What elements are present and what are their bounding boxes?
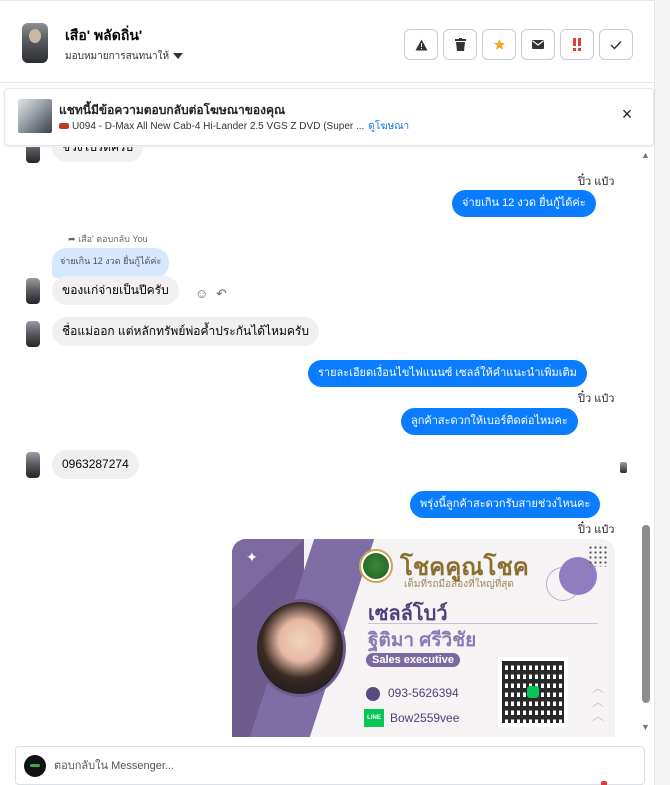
delete-button[interactable] [443,29,477,60]
line-app-icon: LINE [364,709,384,727]
card-phone: 093-5626394 [388,686,459,700]
contact-name[interactable]: เสือ' พลัดถิ่น' [65,25,142,47]
message-composer [15,746,645,785]
scroll-down-arrow-icon[interactable]: ▼ [641,722,650,732]
star-button[interactable] [482,29,516,60]
page-avatar [24,755,46,777]
assign-label: มอบหมายการสนทนาให้ [65,51,170,62]
car-icon [59,123,69,130]
trash-icon [454,38,466,51]
sparkle-icon: ✦ [246,549,258,565]
scroll-up-arrow-icon[interactable]: ▲ [641,150,650,160]
star-icon [493,39,505,50]
quoted-message[interactable]: จ่ายเกิน 12 งวด ยื่นกู้ได้ค่ะ [52,248,170,278]
page-scrollbar-track[interactable] [654,0,670,785]
report-button[interactable] [404,29,438,60]
header-actions [404,29,633,60]
notification-dot [601,781,607,785]
ad-description: U094 - D-Max All New Cab-4 Hi-Lander 2.5… [72,121,365,132]
reply-label-text: เสือ' ตอบกลับ You [78,234,148,244]
incoming-message[interactable]: 0963287274 [52,450,139,479]
outgoing-message[interactable]: รายละเอียดเงื่อนไขไฟแนนซ์ เซลล์ให้คำแนะน… [308,360,587,387]
contact-avatar-small [26,321,40,347]
reply-input[interactable] [54,756,614,776]
card-line-id: Bow2559vee [390,711,460,725]
mail-icon [532,40,544,49]
business-card-image[interactable]: ✦ โชคคูณโชค เต็มที่รถมือสองที่ใหญ่ที่สุด… [232,539,615,737]
contact-avatar-small [26,147,40,163]
qr-code [498,657,568,727]
outgoing-message[interactable]: จ่ายเกิน 12 งวด ยื่นกู้ได้ค่ะ [452,190,596,217]
sender-name: ปิ๋ว แป๋ว [578,176,615,188]
seen-avatar [620,462,627,473]
caret-down-icon [173,52,184,59]
brand-logo-icon [359,549,393,583]
phone-icon [366,687,380,701]
salesperson-photo [254,599,346,697]
ad-banner-title: แชทนี้มีข้อความตอบกลับต่อโฆษณาของคุณ [59,103,286,117]
line-qr-badge-icon [527,686,539,698]
sender-name: ปิ๋ว แป๋ว [578,393,615,405]
view-ad-link[interactable]: ดูโฆษณา [368,121,409,132]
conversation-panel: เสือ' พลัดถิ่น' มอบหมายการสนทนาให้ แชทนี… [0,0,654,785]
card-full-name: ฐิติมา ศรีวิชัย [368,630,477,651]
important-button[interactable] [560,29,594,60]
warning-icon [415,39,427,50]
card-role: Sales executive [366,653,460,667]
card-tagline: เต็มที่รถมือสองที่ใหญ่ที่สุด [404,579,514,590]
card-decor-dots [588,545,608,567]
chat-scrollbar-thumb[interactable] [642,525,650,703]
incoming-message[interactable]: ของแก่จ่ายเป็นปีครับ [52,276,179,305]
sender-name: ปิ๋ว แป๋ว [578,524,615,536]
ad-description-line: U094 - D-Max All New Cab-4 Hi-Lander 2.5… [59,119,409,134]
check-icon [610,40,622,50]
outgoing-message[interactable]: ลูกค้าสะดวกให้เบอร์ติดต่อไหมคะ [401,408,578,435]
reply-icon[interactable]: ↶ [216,286,227,302]
reply-label: ➦ เสือ' ตอบกลับ You [68,232,148,246]
mail-button[interactable] [521,29,555,60]
contact-avatar[interactable] [22,23,48,63]
message-list[interactable]: ช่วงโปรดครับ ปิ๋ว แป๋ว จ่ายเกิน 12 งวด ย… [0,147,640,737]
ad-reply-banner: แชทนี้มีข้อความตอบกลับต่อโฆษณาของคุณ U09… [4,88,654,146]
incoming-message[interactable]: ช่วงโปรดครับ [52,147,144,162]
ad-thumbnail [18,99,52,133]
outgoing-message[interactable]: พรุ่งนี้ลูกค้าสะดวกรับสายช่วงไหนคะ [410,491,601,518]
close-icon[interactable]: × [617,105,637,125]
card-divider [368,623,598,624]
reply-arrow-icon: ➦ [68,234,76,244]
incoming-message[interactable]: ชื่อแม่ออก แต่หลักทรัพย์พ่อค้ำประกันได้ไ… [52,317,319,346]
conversation-header: เสือ' พลัดถิ่น' มอบหมายการสนทนาให้ [0,0,654,83]
assign-conversation-dropdown[interactable]: มอบหมายการสนทนาให้ [65,49,184,64]
exclamation-icon [573,38,581,51]
done-button[interactable] [599,29,633,60]
contact-avatar-small [26,278,40,304]
chevron-up-decor-icon: ︿ ︿ ︿ [592,681,605,723]
contact-avatar-small [26,452,40,478]
emoji-reaction-icon[interactable]: ☺ [195,286,208,301]
